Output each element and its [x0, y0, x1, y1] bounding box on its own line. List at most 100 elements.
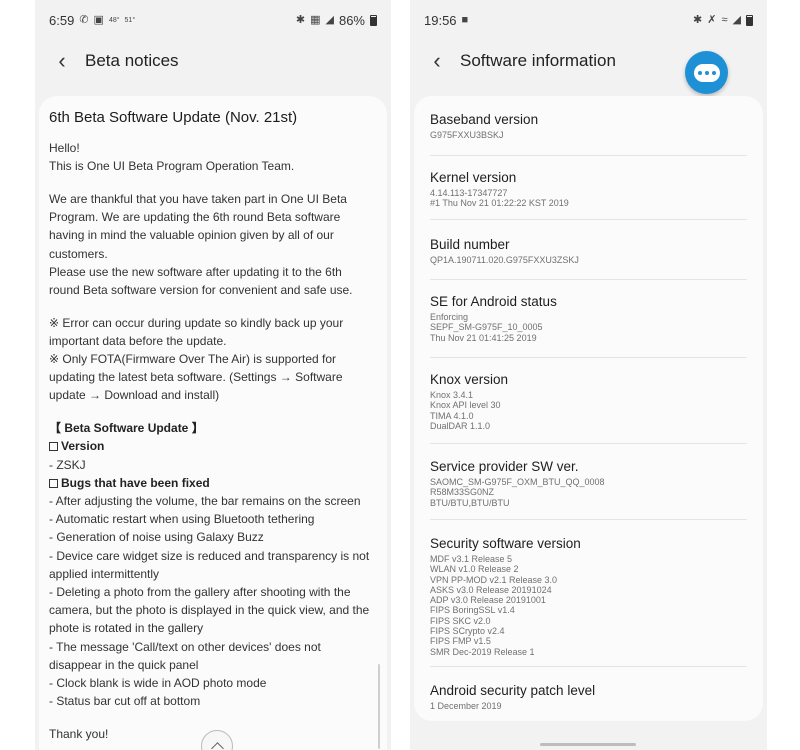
info-value: G975FXXU3BSKJ — [430, 130, 504, 140]
note-line: ※ Only FOTA(Firmware Over The Air) is su… — [49, 352, 337, 367]
info-title: Android security patch level — [430, 683, 596, 698]
status-right: ✱ ▦ ◢ 86% — [296, 13, 377, 28]
bluetooth-icon: ✱ — [295, 13, 306, 26]
update-details: 【 Beta Software Update 】 Version - ZSKJ … — [49, 419, 377, 710]
body-line: round Beta software version for convenie… — [49, 282, 353, 297]
body-line: We are thankful that you have taken part… — [49, 191, 347, 206]
scrollbar[interactable] — [378, 664, 380, 749]
info-title: SE for Android status — [430, 294, 557, 309]
info-value: MDF v3.1 Release 5 WLAN v1.0 Release 2 V… — [430, 554, 558, 657]
info-title: Baseband version — [430, 112, 539, 127]
info-item-se-android[interactable]: SE for Android status Enforcing SEPF_SM-… — [430, 280, 747, 358]
page-title: Software information — [460, 51, 616, 70]
chat-bubble-icon — [693, 63, 720, 82]
software-information-screen: 19:56 ■ ✱ ✗ ≈ ◢ ‹ Software information B… — [410, 0, 767, 750]
info-item-baseband[interactable]: Baseband version G975FXXU3BSKJ — [430, 96, 747, 156]
beta-notices-screen: 6:59 ✆ ▣ 48° 51° ✱ ▦ ◢ 86% ‹ Beta notice… — [35, 0, 391, 750]
info-title: Service provider SW ver. — [430, 459, 579, 474]
intro-line: Hello! — [49, 141, 80, 155]
fix-line: - The message 'Call/text on other device… — [49, 639, 321, 654]
body-line: having in mind the valuable opinion give… — [49, 228, 334, 243]
status-left: 19:56 ■ — [424, 13, 468, 28]
whatsapp-icon: ✆ — [79, 13, 89, 26]
note-line: update → Download and install) — [49, 388, 220, 403]
status-bar: 6:59 ✆ ▣ 48° 51° ✱ ▦ ◢ 86% — [35, 0, 391, 40]
battery-icon — [370, 14, 377, 26]
info-value: SAOMC_SM-G975F_OXM_BTU_QQ_0008 R58M33SG0… — [430, 477, 605, 508]
mute-icon: ✗ — [707, 13, 717, 26]
info-value: 4.14.113-17347727 #1 Thu Nov 21 01:22:22… — [430, 188, 569, 209]
info-item-knox[interactable]: Knox version Knox 3.4.1 Knox API level 3… — [430, 358, 747, 444]
note-line: ※ Error can occur during update so kindl… — [49, 315, 344, 330]
fix-line: - Automatic restart when using Bluetooth… — [49, 512, 315, 527]
status-bar: 19:56 ■ ✱ ✗ ≈ ◢ — [410, 0, 767, 40]
article-notes: ※ Error can occur during update so kindl… — [49, 314, 377, 405]
article-intro: Hello! This is One UI Beta Program Opera… — [49, 139, 377, 175]
chat-button[interactable] — [685, 51, 728, 94]
article-body: We are thankful that you have taken part… — [49, 190, 377, 299]
status-time: 6:59 — [49, 12, 75, 28]
article-title: 6th Beta Software Update (Nov. 21st) — [49, 109, 298, 126]
info-value: Enforcing SEPF_SM-G975F_10_0005 Thu Nov … — [430, 312, 543, 343]
weather-temp-secondary: 51° — [124, 16, 136, 24]
info-item-build-number[interactable]: Build number QP1A.190711.020.G975FXXU3ZS… — [430, 220, 747, 280]
fix-line: - Clock blank is wide in AOD photo mode — [49, 675, 267, 690]
bluetooth-icon: ✱ — [693, 13, 703, 26]
fix-line: - Generation of noise using Galaxy Buzz — [49, 530, 264, 545]
version-label: Version — [61, 439, 105, 454]
fix-line: - After adjusting the volume, the bar re… — [49, 493, 361, 508]
body-line: Program. We are updating the 6th round B… — [49, 210, 341, 225]
wifi-icon: ≈ — [721, 13, 728, 26]
software-info-list: Baseband version G975FXXU3BSKJ Kernel ve… — [414, 96, 763, 721]
gallery-icon: ▣ — [93, 13, 104, 26]
status-left: 6:59 ✆ ▣ 48° 51° — [49, 13, 135, 28]
back-arrow-icon[interactable]: ‹ — [49, 46, 75, 76]
info-title: Knox version — [430, 372, 509, 387]
fix-line: phote is rotated in the gallery — [49, 621, 204, 636]
version-value: - ZSKJ — [49, 457, 86, 472]
info-item-service-provider[interactable]: Service provider SW ver. SAOMC_SM-G975F_… — [430, 444, 747, 520]
info-value: 1 December 2019 — [430, 701, 502, 711]
bugs-label: Bugs that have been fixed — [61, 475, 210, 490]
gesture-nav-handle[interactable] — [540, 743, 636, 746]
version-heading: Version — [49, 437, 377, 455]
intro-line: This is One UI Beta Program Operation Te… — [49, 159, 295, 174]
fix-line: - Device care widget size is reduced and… — [49, 548, 370, 563]
body-line: Please use the new software after updati… — [49, 264, 342, 279]
section-heading: 【 Beta Software Update 】 — [49, 421, 204, 436]
bugs-heading: Bugs that have been fixed — [49, 474, 377, 492]
battery-percent: 86% — [338, 12, 365, 28]
info-item-security-patch[interactable]: Android security patch level 1 December … — [430, 667, 747, 717]
info-value: Knox 3.4.1 Knox API level 30 TIMA 4.1.0 … — [430, 390, 501, 431]
info-title: Build number — [430, 237, 510, 252]
signal-icon: ◢ — [732, 13, 741, 26]
signal-icon: ◢ — [325, 13, 334, 26]
checkbox-icon — [49, 442, 58, 452]
fix-line: camera, but the photo is displayed in th… — [49, 603, 370, 618]
info-title: Security software version — [430, 536, 581, 551]
back-arrow-icon[interactable]: ‹ — [424, 46, 450, 76]
fix-line: - Status bar cut off at bottom — [49, 694, 201, 709]
fix-line: - Deleting a photo from the gallery afte… — [49, 584, 351, 599]
note-line: updating the latest beta software. (Sett… — [49, 370, 343, 385]
checkbox-icon — [49, 478, 58, 488]
info-list: Baseband version G975FXXU3BSKJ Kernel ve… — [430, 96, 747, 717]
info-title: Kernel version — [430, 170, 517, 185]
nfc-icon: ▦ — [310, 13, 321, 26]
status-time: 19:56 — [424, 12, 457, 28]
info-item-kernel[interactable]: Kernel version 4.14.113-17347727 #1 Thu … — [430, 156, 747, 220]
fix-line: disappear in the quick panel — [49, 657, 199, 672]
page-title: Beta notices — [85, 51, 179, 70]
notice-article[interactable]: 6th Beta Software Update (Nov. 21st) Hel… — [39, 96, 387, 750]
message-icon: ■ — [461, 13, 469, 26]
info-item-security-software[interactable]: Security software version MDF v3.1 Relea… — [430, 520, 747, 667]
app-bar: ‹ Beta notices — [35, 40, 391, 82]
battery-icon — [746, 14, 753, 26]
chevron-up-icon — [210, 741, 224, 750]
status-right: ✱ ✗ ≈ ◢ — [693, 13, 753, 26]
weather-temp: 48° — [108, 16, 120, 24]
info-value: QP1A.190711.020.G975FXXU3ZSKJ — [430, 255, 579, 265]
note-line: important data before the update. — [49, 333, 227, 348]
fix-line: applied intermittently — [49, 566, 160, 581]
body-line: customers. — [49, 246, 108, 261]
